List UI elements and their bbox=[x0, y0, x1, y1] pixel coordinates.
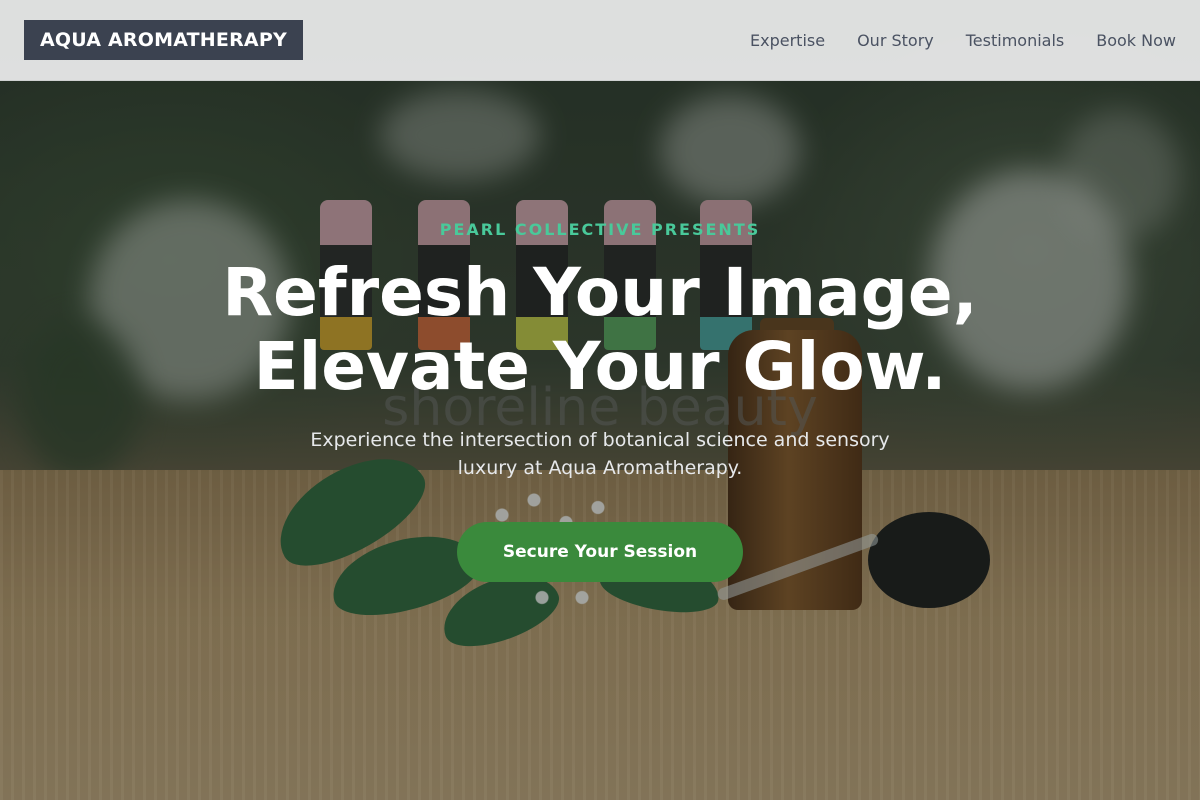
page: shoreline beauty AQUA AROMATHERAPY Exper… bbox=[0, 0, 1200, 800]
nav-link-expertise[interactable]: Expertise bbox=[750, 31, 825, 50]
secure-session-button[interactable]: Secure Your Session bbox=[457, 522, 743, 582]
hero-subtitle: Experience the intersection of botanical… bbox=[310, 429, 890, 479]
nav-link-book-now[interactable]: Book Now bbox=[1096, 31, 1176, 50]
hero-headline-line-2: Elevate Your Glow. bbox=[253, 328, 947, 405]
hero-headline-line-1: Refresh Your Image, bbox=[222, 254, 978, 331]
hero-headline: Refresh Your Image, Elevate Your Glow. bbox=[0, 256, 1200, 404]
main-nav: Expertise Our Story Testimonials Book No… bbox=[750, 0, 1176, 80]
hero-section: PEARL COLLECTIVE PRESENTS Refresh Your I… bbox=[0, 80, 1200, 800]
nav-link-our-story[interactable]: Our Story bbox=[857, 31, 934, 50]
hero-eyebrow: PEARL COLLECTIVE PRESENTS bbox=[439, 220, 761, 239]
site-header: AQUA AROMATHERAPY Expertise Our Story Te… bbox=[0, 0, 1200, 81]
brand-logo[interactable]: AQUA AROMATHERAPY bbox=[24, 20, 303, 60]
nav-link-testimonials[interactable]: Testimonials bbox=[966, 31, 1065, 50]
